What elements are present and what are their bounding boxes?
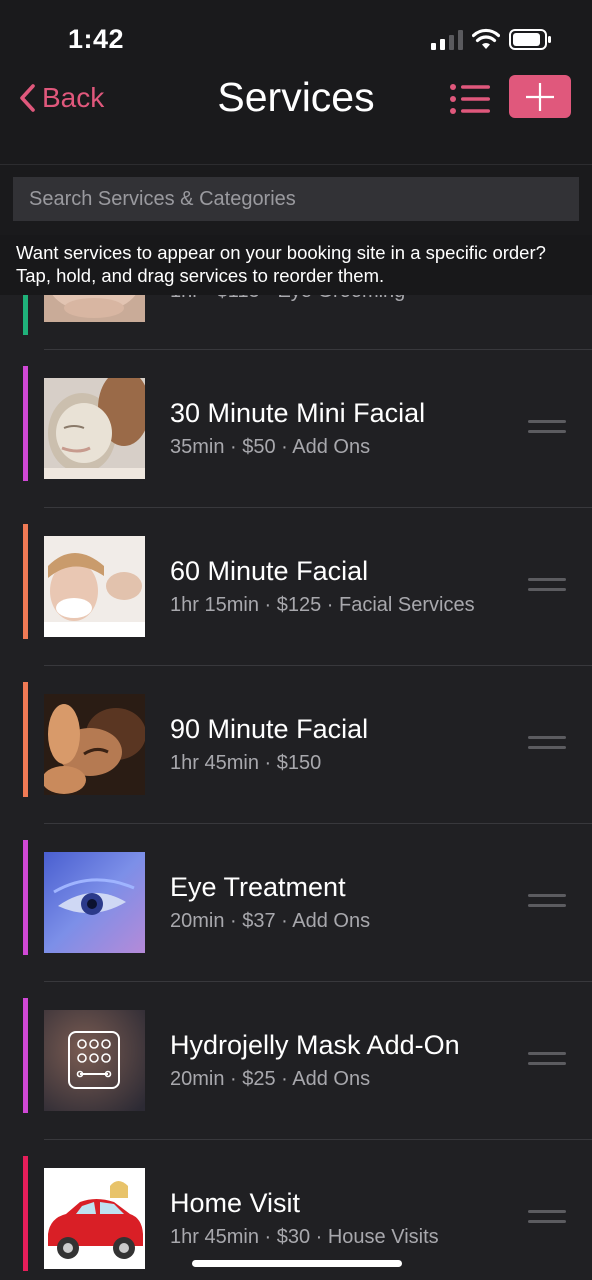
service-name: Home Visit — [170, 1188, 301, 1218]
drag-handle-icon[interactable] — [528, 419, 566, 435]
drag-handle-icon[interactable] — [528, 1051, 566, 1067]
wifi-icon — [472, 28, 500, 49]
category-color-bar — [23, 524, 28, 639]
drag-handle-icon[interactable] — [528, 577, 566, 593]
service-thumbnail — [44, 852, 145, 953]
service-row[interactable]: Home Visit 1hr 45min · $30 · House Visit… — [0, 1140, 592, 1280]
service-thumbnail — [44, 536, 145, 637]
service-row[interactable]: 30 Minute Mini Facial 35min · $50 · Add … — [0, 350, 592, 508]
service-name: Hydrojelly Mask Add-On — [170, 1030, 460, 1060]
services-list: 1hr · $115 · Eye Grooming 30 Minute Mini… — [0, 272, 592, 1280]
service-thumbnail — [44, 1010, 145, 1111]
home-indicator[interactable] — [192, 1260, 402, 1267]
back-button[interactable]: Back — [18, 80, 104, 116]
battery-icon — [509, 29, 551, 50]
drag-handle-icon[interactable] — [528, 1209, 566, 1225]
service-thumbnail — [44, 694, 145, 795]
services-screen: 1:42 Back Services Search Services & Cat… — [0, 0, 592, 1280]
service-meta: 20min · $37 · Add Ons — [170, 910, 371, 932]
drag-handle-icon[interactable] — [528, 735, 566, 751]
service-meta: 1hr 45min · $30 · House Visits — [170, 1226, 439, 1248]
service-row[interactable]: 90 Minute Facial 1hr 45min · $150 — [0, 666, 592, 824]
status-time: 1:42 — [68, 24, 125, 54]
service-row[interactable]: 60 Minute Facial 1hr 15min · $125 · Faci… — [0, 508, 592, 666]
category-color-bar — [23, 682, 28, 797]
service-name: Eye Treatment — [170, 872, 346, 902]
back-label: Back — [42, 82, 105, 113]
plus-icon — [526, 83, 554, 111]
service-name: 90 Minute Facial — [170, 714, 369, 744]
service-row[interactable]: Hydrojelly Mask Add-On 20min · $25 · Add… — [0, 982, 592, 1140]
service-meta: 1hr 45min · $150 — [170, 752, 322, 774]
service-row[interactable]: Eye Treatment 20min · $37 · Add Ons — [0, 824, 592, 982]
service-name: 30 Minute Mini Facial — [170, 398, 426, 428]
navigation-bar: Back Services — [0, 64, 592, 165]
category-color-bar — [23, 840, 28, 955]
drag-handle-icon[interactable] — [528, 893, 566, 909]
service-thumbnail — [44, 1168, 145, 1269]
service-meta: 1hr 15min · $125 · Facial Services — [170, 594, 475, 616]
category-color-bar — [23, 366, 28, 481]
cellular-signal-icon — [431, 30, 463, 50]
service-meta: 20min · $25 · Add Ons — [170, 1068, 371, 1090]
list-view-button[interactable] — [448, 82, 492, 116]
service-thumbnail — [44, 378, 145, 479]
chevron-left-icon — [20, 84, 35, 112]
search-bar — [0, 165, 592, 235]
status-bar: 1:42 — [0, 0, 592, 64]
service-meta: 35min · $50 · Add Ons — [170, 436, 371, 458]
reorder-hint-banner: Want services to appear on your booking … — [0, 235, 592, 295]
add-service-button[interactable] — [509, 75, 571, 118]
search-input[interactable] — [13, 177, 579, 221]
category-color-bar — [23, 998, 28, 1113]
category-color-bar — [23, 1156, 28, 1271]
service-name: 60 Minute Facial — [170, 556, 369, 586]
